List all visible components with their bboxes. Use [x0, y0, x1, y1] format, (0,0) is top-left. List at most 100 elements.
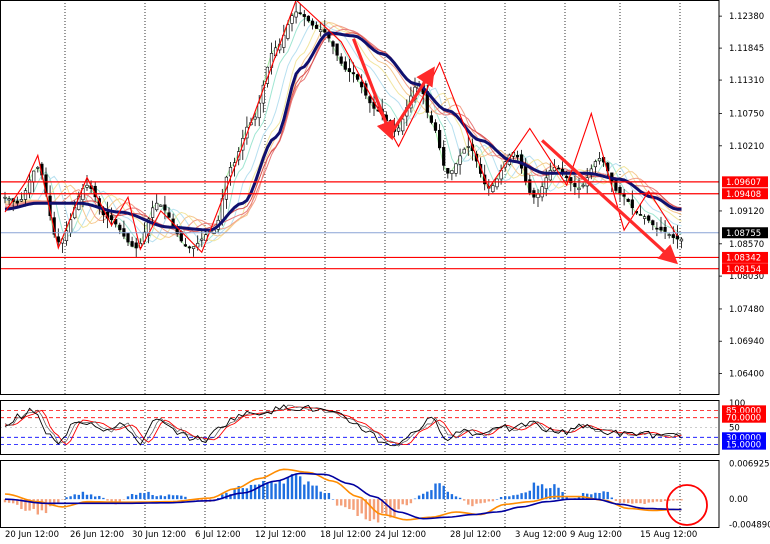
candle-body [671, 234, 675, 238]
candle-body [667, 234, 671, 236]
macd-histogram-bar [290, 474, 294, 500]
candle-body [302, 14, 306, 17]
candle-body [597, 158, 602, 162]
macd-histogram-bar [135, 494, 138, 500]
candle-body [630, 199, 634, 209]
macd-histogram-bar [413, 498, 417, 500]
macd-histogram-bar [77, 494, 80, 500]
candle-body [536, 193, 540, 198]
macd-histogram-bar [409, 499, 413, 504]
candle-body [286, 24, 290, 39]
candle-body [85, 184, 89, 188]
macd-histogram-bar [69, 496, 72, 500]
osc-level-label: 15.0000 [726, 441, 761, 451]
macd-histogram-bar [463, 499, 466, 501]
macd-histogram-bar [311, 485, 314, 500]
candle-body [298, 12, 302, 15]
macd-histogram-bar [430, 490, 433, 500]
macd-histogram-bar [307, 481, 310, 500]
macd-histogram-bar [606, 491, 609, 500]
macd-histogram-bar [422, 493, 425, 500]
macd-histogram-bar [647, 499, 650, 503]
candle-body [401, 118, 405, 132]
macd-histogram-bar [278, 480, 281, 500]
candle-body [347, 68, 352, 73]
candle-body [306, 15, 311, 22]
macd-histogram-bar [360, 499, 363, 514]
price-tick-label: 1.07480 [729, 305, 764, 315]
price-tick-label: 1.10750 [729, 110, 764, 120]
macd-histogram-bar [417, 495, 421, 500]
macd-histogram-bar [520, 493, 523, 500]
macd-histogram-bar [385, 499, 388, 516]
time-tick-label: 6 Jul 12:00 [195, 530, 241, 540]
candle-body [290, 15, 294, 24]
candle-body [544, 177, 548, 189]
candle-body [462, 148, 466, 154]
macd-histogram-bar [643, 499, 646, 505]
candle-body [310, 20, 315, 26]
macd-histogram-bar [323, 493, 326, 500]
candle-body [368, 96, 372, 104]
macd-tick-label: 0.00 [729, 495, 748, 505]
macd-histogram-bar [401, 499, 404, 505]
macd-histogram-bar [98, 495, 101, 500]
candle-body [151, 207, 155, 218]
time-tick-label: 28 Jul 12:00 [450, 530, 501, 540]
macd-histogram-bar [102, 497, 105, 500]
macd-histogram-bar [303, 484, 306, 500]
time-tick-label: 9 Aug 12:00 [570, 530, 622, 540]
candle-body [118, 224, 122, 231]
time-tick-label: 15 Aug 12:00 [640, 530, 697, 540]
macd-histogram-bar [598, 492, 601, 500]
macd-histogram-bar [475, 499, 478, 504]
macd-histogram-bar [532, 482, 536, 500]
candle-body [495, 178, 499, 188]
macd-histogram-bar [147, 491, 150, 500]
macd-histogram-bar [155, 496, 158, 500]
price-tick-label: 1.12380 [729, 12, 764, 22]
macd-histogram-bar [151, 495, 154, 500]
macd-histogram-bar [450, 494, 454, 500]
candle-body [642, 216, 647, 219]
candle-body [339, 56, 343, 64]
candle-body [442, 146, 446, 166]
macd-histogram-bar [81, 491, 85, 500]
candle-body [573, 183, 577, 187]
macd-histogram-bar [491, 499, 495, 502]
macd-histogram-bar [348, 499, 351, 510]
macd-histogram-bar [614, 499, 618, 501]
candle-body [314, 24, 319, 29]
macd-histogram-bar [122, 499, 126, 500]
macd-histogram-bar [651, 499, 654, 503]
macd-histogram-bar [89, 494, 93, 500]
candle-body [679, 238, 684, 242]
candle-body [433, 122, 438, 131]
macd-histogram-bar [442, 485, 445, 500]
candle-body [540, 186, 544, 198]
candle-body [69, 219, 73, 233]
macd-histogram-bar [635, 499, 638, 504]
time-tick-label: 18 Jul 12:00 [320, 530, 371, 540]
candle-body [319, 29, 323, 33]
macd-histogram-bar [512, 495, 515, 500]
macd-histogram-bar [471, 499, 474, 507]
macd-histogram-bar [274, 483, 277, 500]
candle-body [515, 154, 520, 158]
macd-histogram-bar [639, 499, 642, 504]
macd-histogram-bar [438, 483, 441, 500]
macd-histogram-bar [266, 482, 269, 500]
candle-body [360, 81, 364, 88]
macd-histogram-bar [167, 494, 171, 500]
macd-histogram-bar [294, 473, 298, 500]
candle-body [183, 244, 188, 247]
macd-histogram-bar [540, 484, 544, 500]
macd-histogram-bar [663, 499, 667, 502]
candle-body [7, 198, 11, 201]
candle-body [36, 167, 40, 169]
macd-histogram-bar [458, 497, 462, 500]
candle-body [343, 61, 347, 70]
macd-histogram-bar [504, 496, 507, 500]
candle-body [556, 167, 561, 170]
macd-histogram-bar [130, 494, 134, 500]
